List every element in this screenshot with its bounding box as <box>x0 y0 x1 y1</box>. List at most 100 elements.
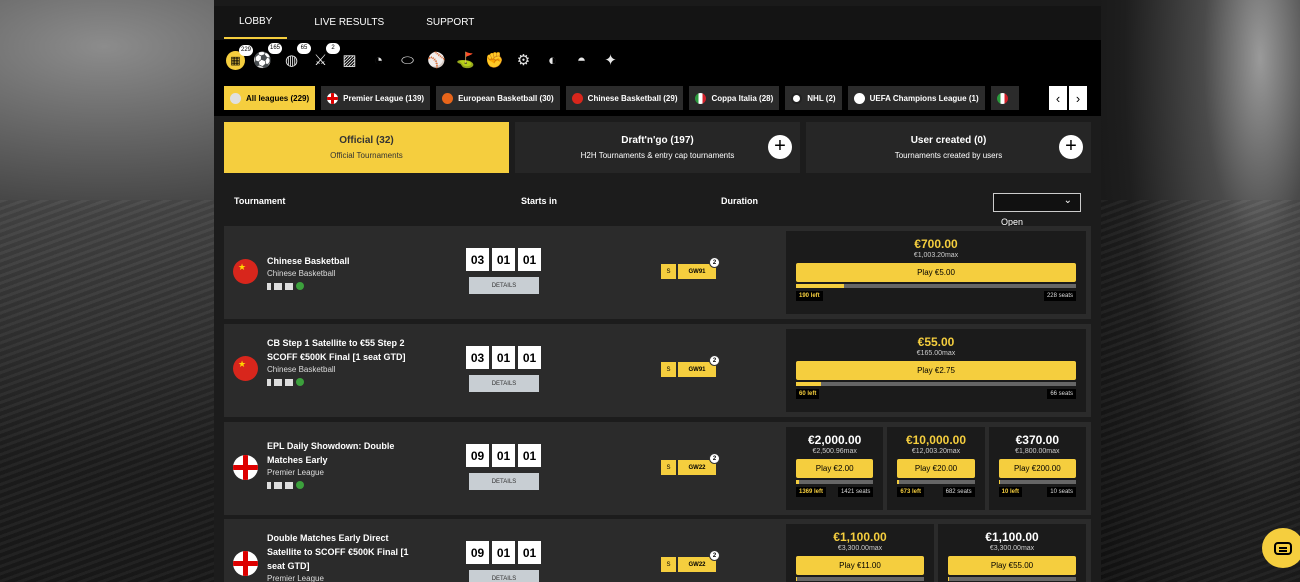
status-filter-select[interactable]: Open ⌄ <box>993 193 1081 227</box>
seats-progress-bar <box>796 382 1076 386</box>
league-label: Premier League (139) <box>343 93 425 103</box>
prize-max: €2,500.96max <box>812 448 857 455</box>
create-tournament-button[interactable]: + <box>768 135 792 159</box>
details-button[interactable]: DETAILS <box>469 473 539 490</box>
create-tournament-button[interactable]: + <box>1059 135 1083 159</box>
category-tab[interactable]: Official (32) Official Tournaments <box>224 122 509 173</box>
league-flag-icon <box>695 92 707 104</box>
countdown-timer: 03 01 01 <box>466 346 541 369</box>
background-stadium-right <box>1100 200 1300 582</box>
league-flag-icon <box>791 92 803 104</box>
seats-info: 10 left 10 seats <box>998 487 1076 497</box>
countdown-cell: 03 <box>466 248 489 271</box>
cricket-icon[interactable]: ◐ <box>541 49 564 72</box>
prize-card: €1,100.00 €3,300.00max Play €11.00 <box>786 524 934 582</box>
league-flag-icon <box>571 92 583 104</box>
prize-amount: €370.00 <box>1015 433 1060 447</box>
league-flag-icon <box>233 259 258 284</box>
seats-progress-fill <box>796 480 800 484</box>
countdown-cell: 03 <box>466 346 489 369</box>
chat-button[interactable] <box>1262 528 1300 568</box>
tournament-name[interactable]: CB Step 1 Satellite to €55 Step 2 SCOFF … <box>267 336 417 364</box>
baseball-icon[interactable]: ⚾ <box>425 49 448 72</box>
category-title: Draft'n'go (197) <box>621 135 694 146</box>
seats-progress-fill <box>998 480 1000 484</box>
motorsport-icon[interactable]: ⚙ <box>512 49 535 72</box>
league-filter-chip[interactable]: Premier League (139) <box>321 86 431 110</box>
seats-progress-fill <box>796 382 822 386</box>
league-filter-chip[interactable]: All leagues (229) <box>224 86 316 110</box>
tab-lobby[interactable]: LOBBY <box>224 7 288 39</box>
rugby-helmet-icon[interactable]: ◓ <box>570 49 593 72</box>
basketball-icon[interactable]: ◍ 65 <box>280 42 311 72</box>
play-button[interactable]: Play €20.00 <box>897 459 975 478</box>
duration-type: S <box>661 264 676 279</box>
tournament-name[interactable]: EPL Daily Showdown: Double Matches Early <box>267 439 417 467</box>
league-filter-chip[interactable]: European Basketball (30) <box>436 86 560 110</box>
play-button[interactable]: Play €11.00 <box>796 556 924 575</box>
seats-total: 682 seats <box>942 487 975 497</box>
column-header: Tournament Starts in Duration Open ⌄ <box>214 173 1101 227</box>
rules-badge-icon <box>267 481 271 489</box>
esports-icon[interactable]: ▨ <box>338 49 361 72</box>
details-button[interactable]: DETAILS <box>469 570 539 582</box>
league-filter-chip[interactable]: UEFA Champions League (1) <box>847 86 985 110</box>
seats-progress-fill <box>796 577 798 581</box>
tournament-row[interactable]: Double Matches Early Direct Satellite to… <box>224 519 1091 582</box>
league-filter-chip[interactable]: Chinese Basketball (29) <box>565 86 684 110</box>
countdown-cell: 01 <box>492 346 515 369</box>
play-button[interactable]: Play €5.00 <box>796 263 1076 282</box>
seats-left: 60 left <box>796 389 820 399</box>
boxing-glove-icon[interactable]: ✊ <box>483 49 506 72</box>
seats-left: 673 left <box>897 487 925 497</box>
prize-card: €700.00 €1,003.20max Play €5.00 190 left 228… <box>786 231 1086 314</box>
countdown-cell: 01 <box>518 248 541 271</box>
play-button[interactable]: Play €55.00 <box>948 556 1076 575</box>
details-button[interactable]: DETAILS <box>469 277 539 294</box>
tab-live-results[interactable]: LIVE RESULTS <box>299 8 399 38</box>
duration-type: S <box>661 460 676 475</box>
tournament-name[interactable]: Chinese Basketball <box>267 254 417 268</box>
countdown-cell: 01 <box>492 541 515 564</box>
category-tab[interactable]: User created (0) Tournaments created by u… <box>806 122 1091 173</box>
scroll-left-button[interactable]: ‹ <box>1049 86 1067 110</box>
lobby-container: LOBBY LIVE RESULTS SUPPORT ▦ 229 ⚽ 165 ◍ 65 ⚔ 2… <box>214 0 1101 582</box>
rules-badge-icon <box>267 378 271 386</box>
league-flag-icon <box>996 92 1008 104</box>
prize-max: €1,003.20max <box>913 252 959 259</box>
seats-total: 1421 seats <box>837 487 874 497</box>
tournament-row[interactable]: EPL Daily Showdown: Double Matches Early… <box>224 422 1091 515</box>
gameweek-label: GW91 2 <box>678 257 720 279</box>
seats-total: 66 seats <box>1047 389 1076 399</box>
prize-max: €1,800.00max <box>1015 448 1060 455</box>
league-filter-chip[interactable] <box>990 86 1019 110</box>
golf-icon[interactable]: ⛳ <box>454 49 477 72</box>
ice-hockey-icon[interactable]: ⚔ 2 <box>309 42 340 72</box>
tournament-name[interactable]: Double Matches Early Direct Satellite to… <box>267 531 417 573</box>
play-button[interactable]: Play €200.00 <box>998 459 1076 478</box>
play-button[interactable]: Play €2.75 <box>796 361 1076 380</box>
duration-type: S <box>661 362 676 377</box>
scroll-right-button[interactable]: › <box>1069 86 1087 110</box>
camera-badge-icon <box>285 378 293 386</box>
league-filter-chip[interactable]: Coppa Italia (28) <box>689 86 780 110</box>
play-button[interactable]: Play €2.00 <box>796 459 874 478</box>
category-tab[interactable]: Draft'n'go (197) H2H Tournaments & entry … <box>515 122 800 173</box>
soccer-ball-icon[interactable]: ⚽ 165 <box>251 42 282 72</box>
details-button[interactable]: DETAILS <box>469 375 539 392</box>
tennis-ball-icon[interactable]: ◔ <box>367 49 390 72</box>
countdown-cell: 01 <box>518 541 541 564</box>
american-football-icon[interactable]: ⬭ <box>396 49 419 72</box>
tab-support[interactable]: SUPPORT <box>411 8 489 38</box>
all-sports-icon[interactable]: ▦ 229 <box>226 44 253 70</box>
countdown-cell: 01 <box>518 346 541 369</box>
seats-total: 228 seats <box>1043 291 1076 301</box>
athletics-icon[interactable]: ✦ <box>599 49 622 72</box>
league-filter-chip[interactable]: NHL (2) <box>785 86 842 110</box>
prize-max: €3,300.00max <box>989 545 1035 552</box>
tournament-row[interactable]: Chinese BasketballChinese Basketball0301… <box>224 226 1091 319</box>
tournament-row[interactable]: CB Step 1 Satellite to €55 Step 2 SCOFF … <box>224 324 1091 417</box>
league-flag-icon <box>442 92 454 104</box>
prize-amount: €10,000.00 <box>905 433 967 447</box>
top-navigation: LOBBY LIVE RESULTS SUPPORT <box>214 0 1101 40</box>
